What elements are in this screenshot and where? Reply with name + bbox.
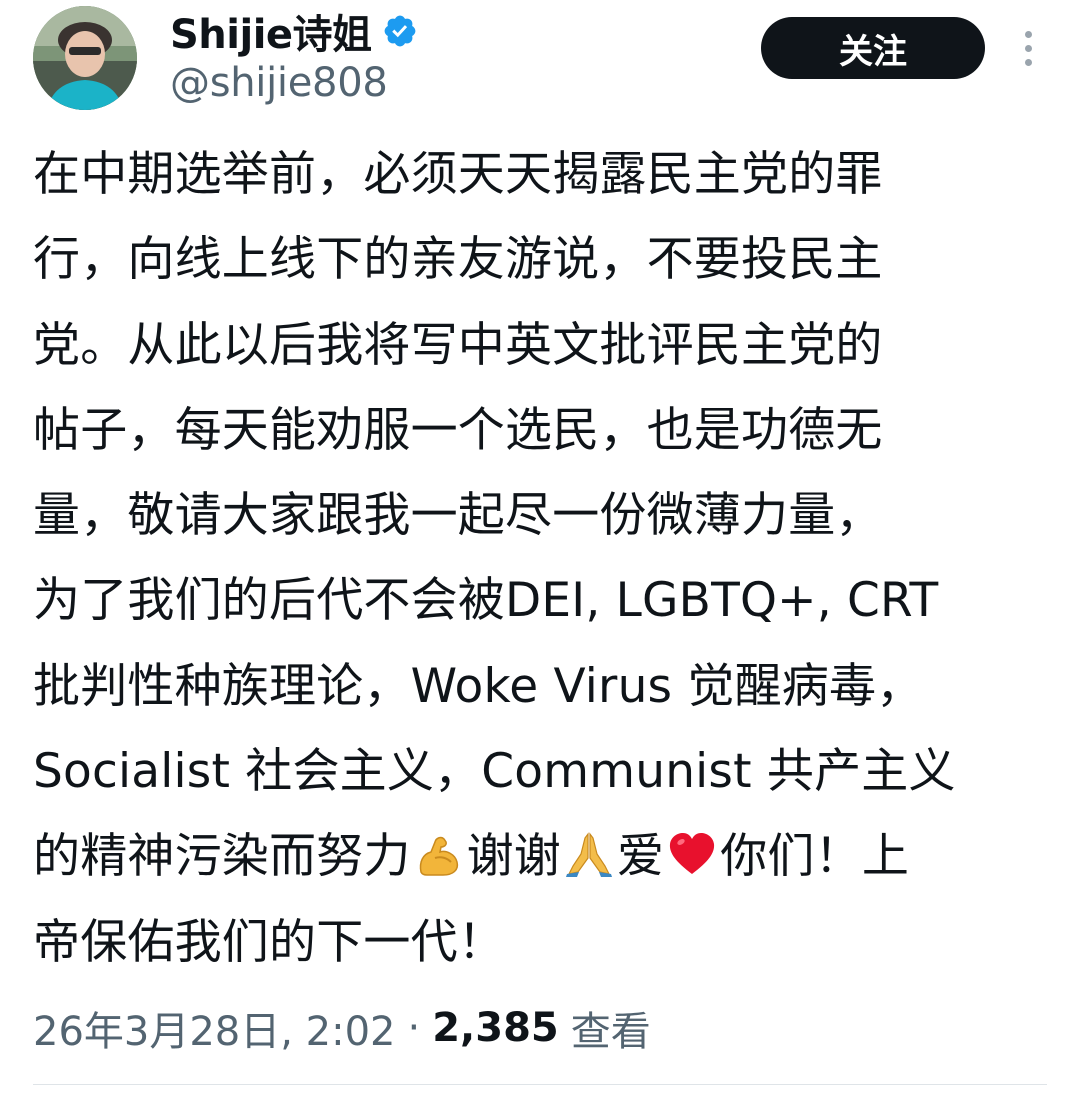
timestamp[interactable]: 26年3月28日, 2:02 — [33, 999, 396, 1057]
views-count: 2,385 — [432, 1005, 559, 1051]
avatar[interactable] — [33, 6, 137, 110]
more-dot — [1024, 58, 1032, 66]
user-handle[interactable]: @shijie808 — [170, 60, 388, 106]
tweet-line-part: 爱 — [617, 829, 665, 885]
tweet-line: 为了我们的后代不会被DEI, LGBTQ+, CRT — [33, 573, 939, 629]
verified-badge-icon — [382, 13, 418, 49]
red-heart-emoji — [666, 822, 718, 875]
meta-separator: · — [407, 1005, 421, 1051]
follow-button[interactable]: 关注 — [761, 17, 985, 79]
tweet-line: 帖子，每天能劝服一个选民，也是功德无 — [33, 402, 883, 458]
tweet-line-part: 你们！上 — [720, 829, 910, 885]
divider — [33, 1084, 1047, 1085]
name-row: Shijie诗姐 — [170, 6, 418, 58]
folded-hands-emoji — [563, 822, 615, 878]
tweet-line: 帝保佑我们的下一代！ — [33, 914, 505, 970]
tweet-line: Socialist 社会主义，Communist 共产主义 — [33, 744, 956, 800]
display-name[interactable]: Shijie诗姐 — [170, 2, 372, 60]
tweet-line: 量，敬请大家跟我一起尽一份微薄力量， — [33, 488, 883, 544]
tweet-line: 党。从此以后我将写中英文批评民主党的 — [33, 317, 883, 373]
tweet-line: 批判性种族理论，Woke Virus 觉醒病毒， — [33, 658, 924, 714]
tweet-line-part: 的精神污染而努力 — [33, 829, 411, 885]
more-dot — [1024, 30, 1032, 38]
tweet-line: 的精神污染而努力 谢谢 爱 你们！上 — [33, 814, 1043, 899]
more-options-icon[interactable] — [1008, 22, 1048, 74]
flexed-biceps-emoji — [413, 822, 465, 877]
more-dot — [1024, 44, 1032, 52]
views-label: 查看 — [570, 1009, 651, 1055]
tweet-line: 行，向线上线下的亲友游说，不要投民主 — [33, 232, 883, 288]
tweet-meta: 26年3月28日, 2:02 · 2,385 查看 — [33, 1000, 651, 1056]
tweet-line: 在中期选举前，必须天天揭露民主党的罪 — [33, 147, 883, 202]
tweet-line-part: 谢谢 — [466, 829, 562, 885]
tweet-header: Shijie诗姐 @shijie808 关注 — [0, 0, 1080, 120]
tweet-text: 在中期选举前，必须天天揭露民主党的罪 行，向线上线下的亲友游说，不要投民主 党。… — [33, 132, 1043, 985]
